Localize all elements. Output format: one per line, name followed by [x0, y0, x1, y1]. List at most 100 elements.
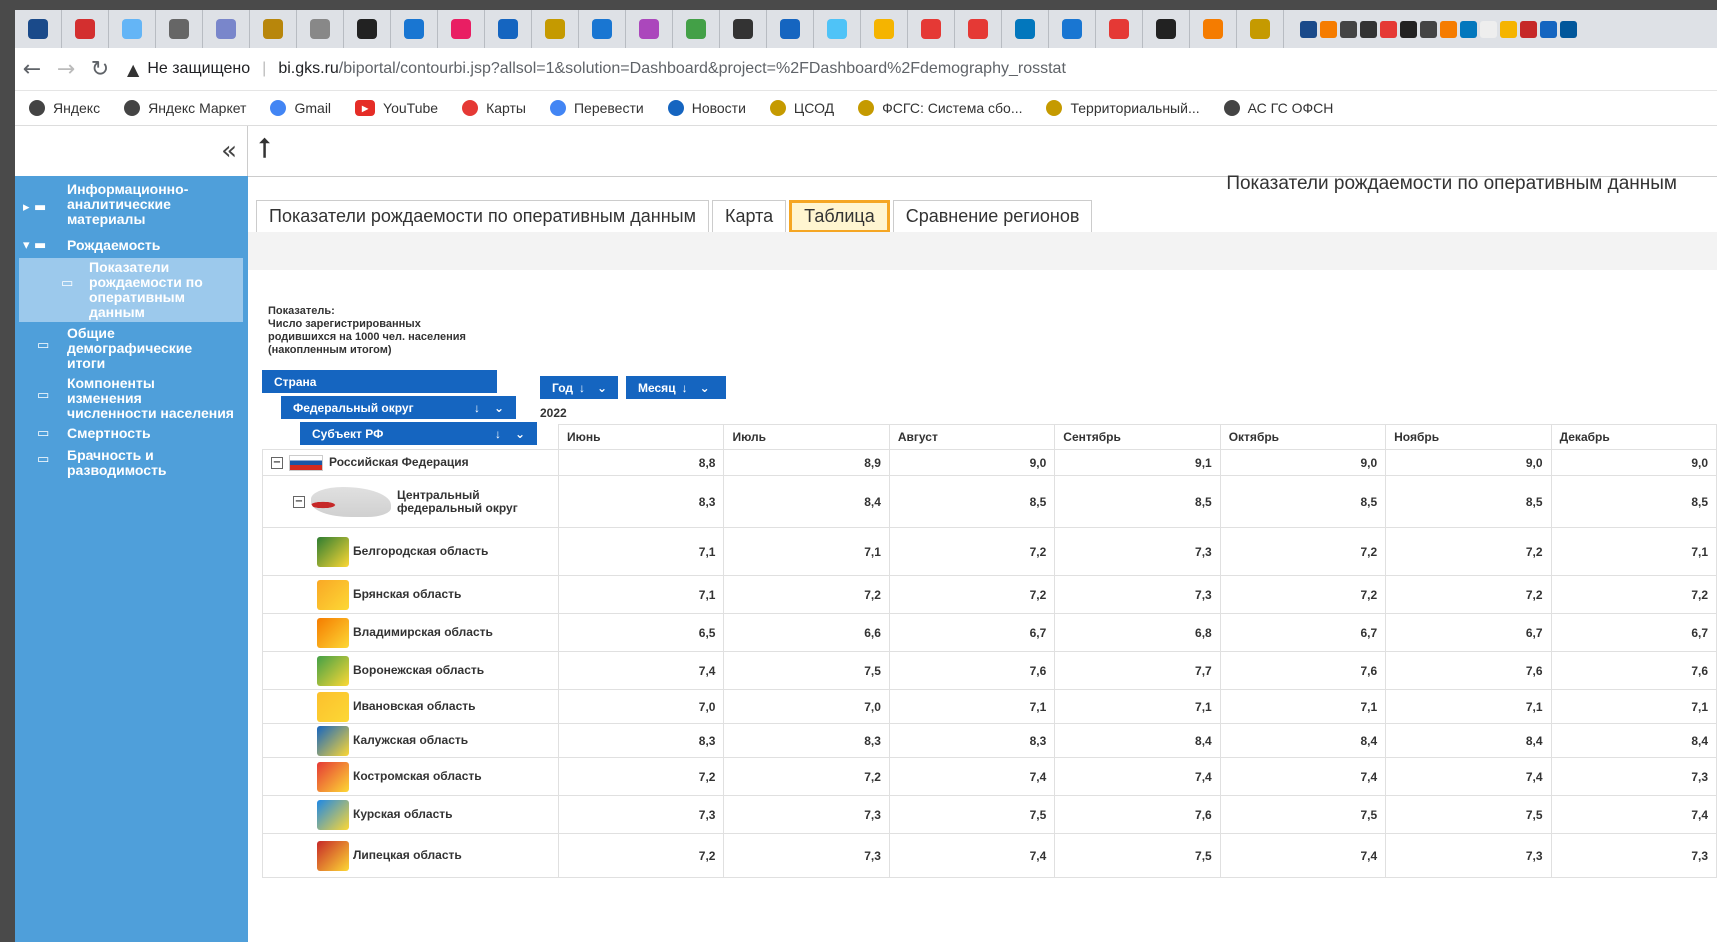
- bookmark-item[interactable]: Карты: [462, 100, 526, 116]
- table-cell[interactable]: 6,7: [1219, 613, 1387, 652]
- table-cell[interactable]: 7,4: [1054, 757, 1221, 796]
- table-cell[interactable]: 8,3: [723, 723, 890, 758]
- table-cell[interactable]: 8,5: [888, 475, 1056, 528]
- district-dimension[interactable]: Федеральный округ ↓ ⌄: [281, 396, 516, 419]
- bookmark-item[interactable]: Gmail: [270, 100, 331, 116]
- browser-tab[interactable]: [626, 10, 673, 48]
- country-dimension[interactable]: Страна: [262, 370, 497, 393]
- column-header-2[interactable]: Июль: [723, 424, 890, 450]
- collapse-toggle-icon[interactable]: −: [271, 456, 283, 469]
- row-label[interactable]: Ивановская область: [261, 689, 560, 724]
- table-cell[interactable]: 7,4: [1219, 833, 1387, 878]
- column-header-6[interactable]: Ноябрь: [1385, 424, 1552, 450]
- table-cell[interactable]: 6,5: [558, 613, 725, 652]
- year-dimension-sort-icon[interactable]: ↓: [579, 381, 585, 395]
- month-dimension-sort-icon[interactable]: ↓: [682, 381, 688, 395]
- browser-tab[interactable]: [814, 10, 861, 48]
- column-header-7[interactable]: Декабрь: [1550, 424, 1717, 450]
- bookmark-item[interactable]: АС ГС ОФСН: [1223, 100, 1333, 116]
- table-cell[interactable]: 7,2: [1219, 575, 1387, 614]
- table-cell[interactable]: 8,4: [723, 475, 890, 528]
- table-cell[interactable]: 8,5: [1054, 475, 1221, 528]
- row-label[interactable]: Липецкая область: [261, 833, 560, 878]
- browser-tab[interactable]: [15, 10, 62, 48]
- table-cell[interactable]: 7,4: [1550, 795, 1717, 834]
- row-label[interactable]: Брянская область: [261, 575, 560, 614]
- table-cell[interactable]: 7,4: [888, 833, 1056, 878]
- tab-1[interactable]: Показатели рождаемости по оперативным да…: [256, 200, 709, 233]
- table-cell[interactable]: 7,1: [1550, 527, 1717, 576]
- table-cell[interactable]: 7,2: [1385, 527, 1552, 576]
- bookmark-item[interactable]: Яндекс: [29, 100, 100, 116]
- table-cell[interactable]: 7,1: [1385, 689, 1552, 724]
- back-arrow-icon[interactable]: ←: [15, 57, 49, 82]
- tab-2[interactable]: Карта: [711, 200, 787, 233]
- sidebar-nav-item[interactable]: ▸ ▬ Информационно-аналитические материалы: [15, 182, 248, 229]
- table-cell[interactable]: 6,6: [723, 613, 890, 652]
- row-label[interactable]: Курская область: [261, 795, 560, 834]
- table-cell[interactable]: 7,2: [888, 527, 1056, 576]
- bookmark-item[interactable]: ЦСОД: [769, 100, 834, 116]
- table-cell[interactable]: 7,3: [1054, 575, 1221, 614]
- table-cell[interactable]: 8,4: [1054, 723, 1221, 758]
- table-cell[interactable]: 7,3: [1054, 527, 1221, 576]
- sidebar-nav-item[interactable]: ▭ Компоненты изменения численности населени…: [15, 376, 248, 423]
- bookmark-item[interactable]: Яндекс Маркет: [124, 100, 246, 116]
- forward-arrow-icon[interactable]: →: [49, 57, 83, 82]
- table-cell[interactable]: 6,7: [1550, 613, 1717, 652]
- table-cell[interactable]: 7,0: [558, 689, 725, 724]
- table-cell[interactable]: 7,3: [558, 795, 725, 834]
- table-cell[interactable]: 7,6: [888, 651, 1056, 690]
- table-cell[interactable]: 9,0: [1219, 449, 1387, 476]
- collapse-sidebar-icon[interactable]: «: [221, 136, 237, 166]
- table-cell[interactable]: 8,5: [1550, 475, 1717, 528]
- table-cell[interactable]: 8,9: [723, 449, 890, 476]
- table-cell[interactable]: 7,6: [1385, 651, 1552, 690]
- table-cell[interactable]: 7,6: [1054, 795, 1221, 834]
- browser-tab[interactable]: [767, 10, 814, 48]
- table-cell[interactable]: 7,1: [723, 527, 890, 576]
- reload-icon[interactable]: ↻: [83, 57, 117, 82]
- table-cell[interactable]: 7,5: [1385, 795, 1552, 834]
- table-cell[interactable]: 6,7: [888, 613, 1056, 652]
- table-cell[interactable]: 8,4: [1385, 723, 1552, 758]
- table-cell[interactable]: 7,1: [1550, 689, 1717, 724]
- browser-tab[interactable]: [1049, 10, 1096, 48]
- year-dimension[interactable]: Год ↓ ⌄: [540, 376, 618, 399]
- browser-tab[interactable]: [156, 10, 203, 48]
- browser-tab[interactable]: [532, 10, 579, 48]
- district-dimension-sort-icon[interactable]: ↓: [474, 401, 480, 415]
- table-cell[interactable]: 7,1: [888, 689, 1056, 724]
- table-cell[interactable]: 8,5: [1219, 475, 1387, 528]
- table-cell[interactable]: 7,5: [723, 651, 890, 690]
- browser-tab[interactable]: [673, 10, 720, 48]
- table-cell[interactable]: 7,3: [723, 795, 890, 834]
- table-cell[interactable]: 7,6: [1550, 651, 1717, 690]
- browser-tab[interactable]: [579, 10, 626, 48]
- year-dimension-chevron-down-icon[interactable]: ⌄: [597, 381, 607, 395]
- bookmark-item[interactable]: Перевести: [549, 100, 644, 116]
- district-dimension-chevron-down-icon[interactable]: ⌄: [494, 401, 504, 415]
- table-cell[interactable]: 9,0: [888, 449, 1056, 476]
- tab-3[interactable]: Таблица: [789, 200, 890, 233]
- sidebar-nav-item[interactable]: ▭ Смертность: [15, 426, 248, 443]
- browser-tab[interactable]: [861, 10, 908, 48]
- table-cell[interactable]: 7,6: [1219, 651, 1387, 690]
- table-cell[interactable]: 7,3: [723, 833, 890, 878]
- month-dimension[interactable]: Месяц ↓ ⌄: [626, 376, 726, 399]
- browser-tab[interactable]: [720, 10, 767, 48]
- bookmark-item[interactable]: Территориальный...: [1046, 100, 1200, 116]
- sidebar-nav-item[interactable]: ▾ ▬ Рождаемость: [15, 238, 248, 255]
- table-cell[interactable]: 7,2: [558, 833, 725, 878]
- table-cell[interactable]: 7,7: [1054, 651, 1221, 690]
- table-cell[interactable]: 8,3: [888, 723, 1056, 758]
- table-cell[interactable]: 7,1: [1054, 689, 1221, 724]
- table-cell[interactable]: 7,1: [1219, 689, 1387, 724]
- sidebar-nav-item[interactable]: ▭ Показатели рождаемости по оперативным данн…: [19, 258, 243, 322]
- browser-tab[interactable]: [391, 10, 438, 48]
- table-cell[interactable]: 8,4: [1550, 723, 1717, 758]
- column-header-1[interactable]: Июнь: [558, 424, 725, 450]
- bookmark-item[interactable]: ФСГС: Система сбо...: [858, 100, 1022, 116]
- table-cell[interactable]: 8,3: [558, 723, 725, 758]
- table-cell[interactable]: 6,7: [1385, 613, 1552, 652]
